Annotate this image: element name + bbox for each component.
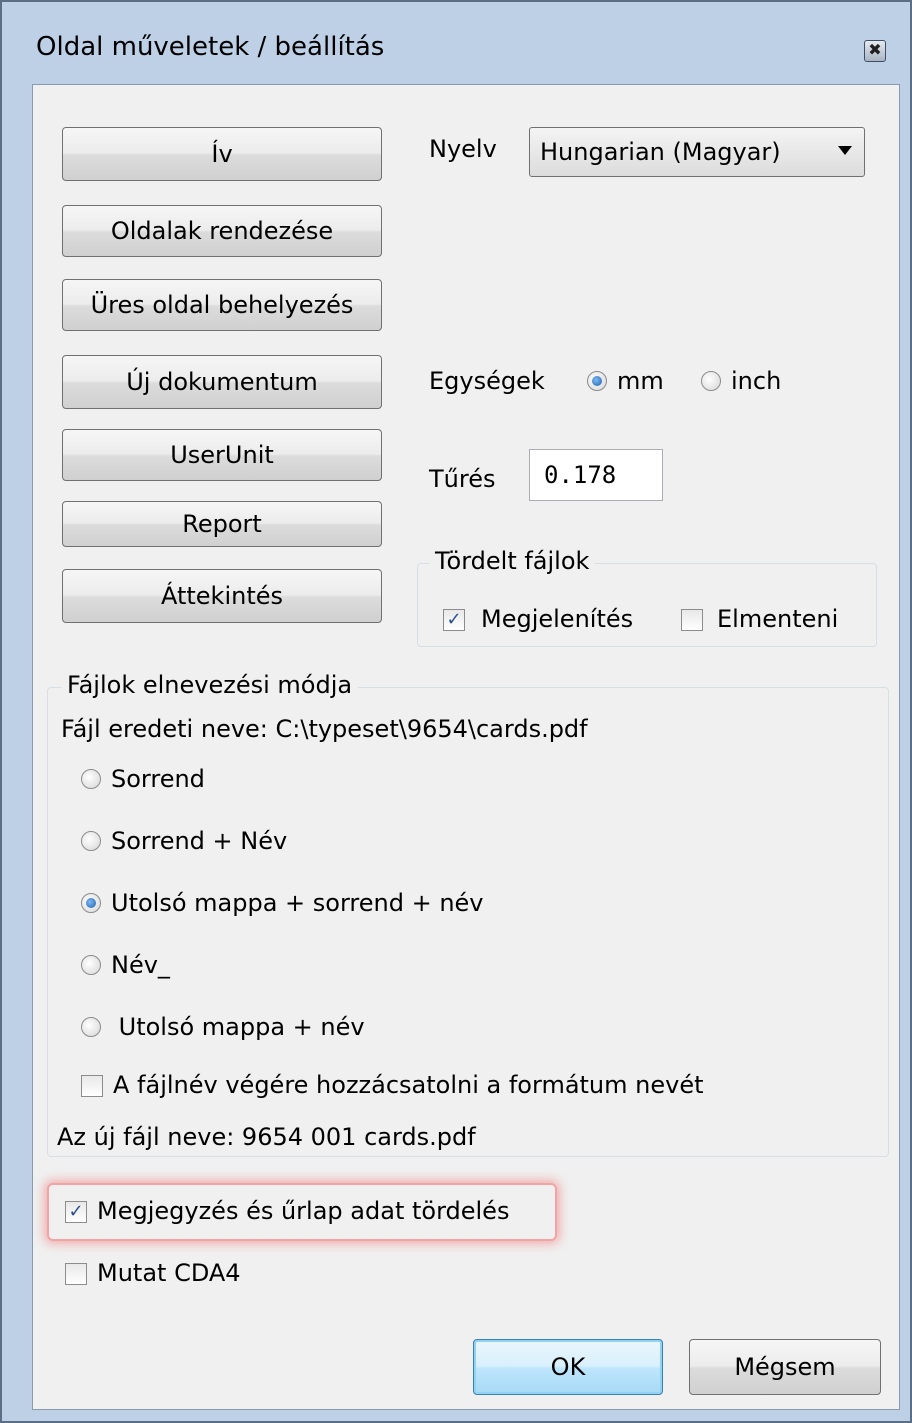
split-files-title: Tördelt fájlok <box>429 547 596 575</box>
units-inch-label: inch <box>731 367 782 395</box>
units-mm-label: mm <box>617 367 664 395</box>
iv-button[interactable]: Ív <box>62 127 382 181</box>
naming-option-radio-0[interactable] <box>81 769 101 789</box>
tolerance-input[interactable]: 0.178 <box>529 449 663 501</box>
naming-title: Fájlok elnevezési módja <box>61 671 359 699</box>
naming-option-radio-1[interactable] <box>81 831 101 851</box>
insert-blank-page-button[interactable]: Üres oldal behelyezés <box>62 279 382 331</box>
original-file-name: Fájl eredeti neve: C:\typeset\9654\cards… <box>61 715 588 743</box>
dropdown-arrow-icon <box>838 146 852 155</box>
window-title: Oldal műveletek / beállítás <box>36 32 385 62</box>
annotations-label: Megjegyzés és űrlap adat tördelés <box>97 1197 510 1225</box>
show-split-label: Megjelenítés <box>481 605 634 633</box>
naming-option-radio-3[interactable] <box>81 955 101 975</box>
overview-button[interactable]: Áttekintés <box>62 569 382 623</box>
language-select-value: Hungarian (Magyar) <box>540 138 781 166</box>
naming-option-label-2: Utolsó mappa + sorrend + név <box>111 889 484 917</box>
naming-option-label-0: Sorrend <box>111 765 205 793</box>
naming-option-radio-2[interactable] <box>81 893 101 913</box>
new-file-name: Az új fájl neve: 9654 001 cards.pdf <box>57 1123 476 1151</box>
tolerance-label: Tűrés <box>429 465 496 493</box>
show-cda4-checkbox[interactable] <box>65 1263 87 1285</box>
language-select[interactable]: Hungarian (Magyar) <box>529 127 865 177</box>
dialog-client-area: Ív Oldalak rendezése Üres oldal behelyez… <box>32 84 900 1410</box>
report-button[interactable]: Report <box>62 501 382 547</box>
units-mm-radio[interactable] <box>587 371 607 391</box>
naming-option-label-3: Név_ <box>111 951 170 979</box>
append-format-checkbox[interactable] <box>81 1075 103 1097</box>
units-inch-radio[interactable] <box>701 371 721 391</box>
new-document-button[interactable]: Új dokumentum <box>62 355 382 409</box>
sort-pages-button[interactable]: Oldalak rendezése <box>62 205 382 257</box>
language-label: Nyelv <box>429 135 497 163</box>
cancel-button[interactable]: Mégsem <box>689 1339 881 1395</box>
units-label: Egységek <box>429 367 545 395</box>
dialog-window: Oldal műveletek / beállítás ✖ Ív Oldalak… <box>0 0 912 1423</box>
annotations-checkbox[interactable]: ✓ <box>65 1201 87 1223</box>
naming-option-label-4: Utolsó mappa + név <box>111 1013 365 1041</box>
userunit-button[interactable]: UserUnit <box>62 429 382 481</box>
show-split-checkbox[interactable]: ✓ <box>443 609 465 631</box>
naming-option-label-1: Sorrend + Név <box>111 827 288 855</box>
ok-button[interactable]: OK <box>473 1339 663 1395</box>
save-split-checkbox[interactable] <box>681 609 703 631</box>
naming-option-radio-4[interactable] <box>81 1017 101 1037</box>
close-icon: ✖ <box>868 40 882 59</box>
checkmark-icon: ✓ <box>446 609 462 630</box>
close-button[interactable]: ✖ <box>864 40 886 62</box>
checkmark-icon: ✓ <box>68 1201 84 1222</box>
show-cda4-label: Mutat CDA4 <box>97 1259 241 1287</box>
save-split-label: Elmenteni <box>717 605 839 633</box>
append-format-label: A fájlnév végére hozzácsatolni a formátu… <box>113 1071 704 1099</box>
